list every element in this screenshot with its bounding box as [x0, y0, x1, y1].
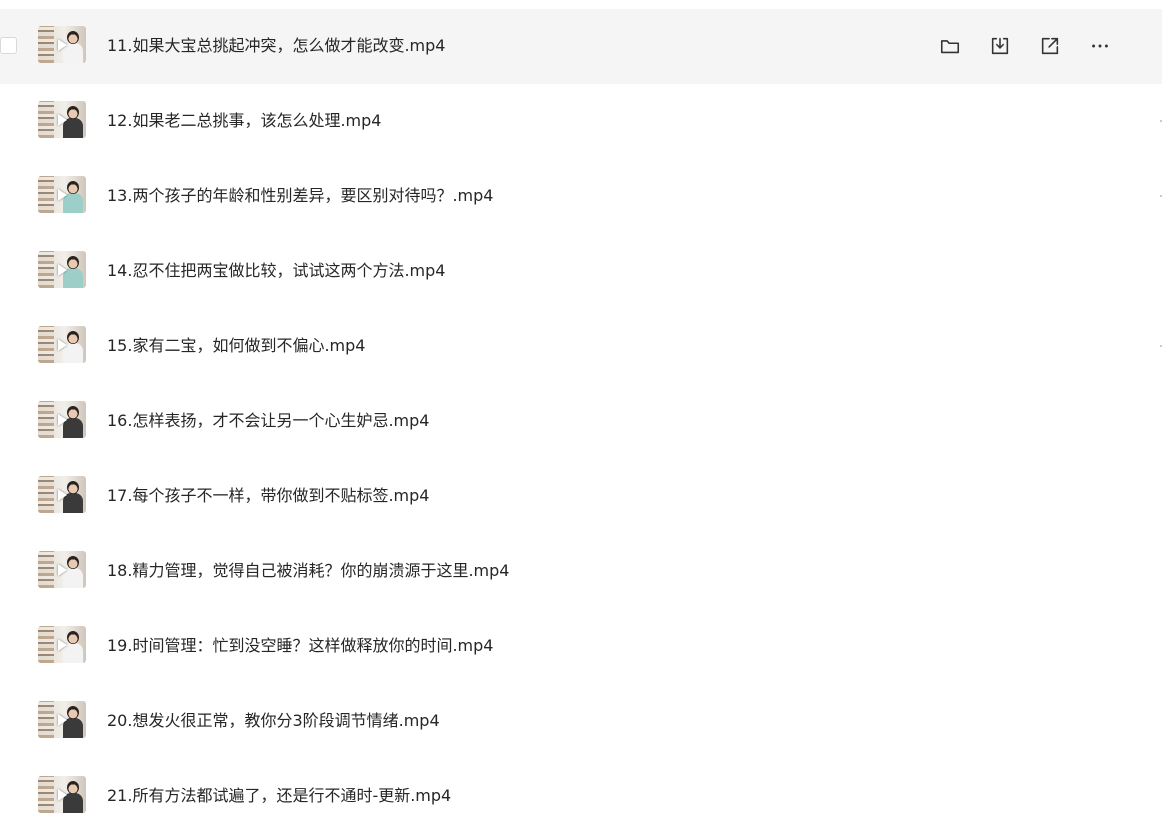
video-thumbnail[interactable] [38, 626, 86, 663]
video-thumbnail[interactable] [38, 251, 86, 288]
video-thumbnail[interactable] [38, 101, 86, 138]
folder-icon[interactable] [938, 34, 962, 58]
play-icon [58, 114, 67, 126]
play-icon [58, 39, 67, 51]
download-icon[interactable] [988, 34, 1012, 58]
row-actions [938, 34, 1138, 58]
video-thumbnail[interactable] [38, 476, 86, 513]
play-icon [58, 489, 67, 501]
file-list: 11.如果大宝总挑起冲突，怎么做才能改变.mp4 12.如果老二总挑事，该怎么处… [0, 9, 1162, 834]
file-row[interactable]: 15.家有二宝，如何做到不偏心.mp4 [0, 309, 1162, 384]
file-name[interactable]: 14.忍不住把两宝做比较，试试这两个方法.mp4 [107, 261, 445, 281]
video-thumbnail[interactable] [38, 326, 86, 363]
file-row[interactable]: 20.想发火很正常，教你分3阶段调节情绪.mp4 [0, 684, 1162, 759]
file-name[interactable]: 21.所有方法都试遍了，还是行不通时-更新.mp4 [107, 786, 451, 806]
play-icon [58, 264, 67, 276]
play-icon [58, 789, 67, 801]
play-icon [58, 414, 67, 426]
file-name[interactable]: 19.时间管理：忙到没空睡？这样做释放你的时间.mp4 [107, 636, 493, 656]
play-icon [58, 189, 67, 201]
file-row[interactable]: 21.所有方法都试遍了，还是行不通时-更新.mp4 [0, 759, 1162, 834]
file-row[interactable]: 19.时间管理：忙到没空睡？这样做释放你的时间.mp4 [0, 609, 1162, 684]
play-icon [58, 714, 67, 726]
file-row[interactable]: 16.怎样表扬，才不会让另一个心生妒忌.mp4 [0, 384, 1162, 459]
file-row[interactable]: 11.如果大宝总挑起冲突，怎么做才能改变.mp4 [0, 9, 1162, 84]
file-name[interactable]: 18.精力管理，觉得自己被消耗？你的崩溃源于这里.mp4 [107, 561, 509, 581]
file-row[interactable]: 13.两个孩子的年龄和性别差异，要区别对待吗？.mp4 [0, 159, 1162, 234]
file-name[interactable]: 20.想发火很正常，教你分3阶段调节情绪.mp4 [107, 711, 440, 731]
file-name[interactable]: 11.如果大宝总挑起冲突，怎么做才能改变.mp4 [107, 36, 445, 56]
more-icon[interactable] [1088, 34, 1112, 58]
video-thumbnail[interactable] [38, 776, 86, 813]
file-name[interactable]: 17.每个孩子不一样，带你做到不贴标签.mp4 [107, 486, 429, 506]
file-name[interactable]: 15.家有二宝，如何做到不偏心.mp4 [107, 336, 365, 356]
video-thumbnail[interactable] [38, 26, 86, 63]
video-thumbnail[interactable] [38, 401, 86, 438]
file-name[interactable]: 13.两个孩子的年龄和性别差异，要区别对待吗？.mp4 [107, 186, 493, 206]
file-row[interactable]: 18.精力管理，觉得自己被消耗？你的崩溃源于这里.mp4 [0, 534, 1162, 609]
play-icon [58, 339, 67, 351]
video-thumbnail[interactable] [38, 551, 86, 588]
file-name[interactable]: 12.如果老二总挑事，该怎么处理.mp4 [107, 111, 381, 131]
file-row[interactable]: 17.每个孩子不一样，带你做到不贴标签.mp4 [0, 459, 1162, 534]
row-checkbox[interactable] [0, 37, 17, 54]
play-icon [58, 639, 67, 651]
file-name[interactable]: 16.怎样表扬，才不会让另一个心生妒忌.mp4 [107, 411, 429, 431]
file-row[interactable]: 12.如果老二总挑事，该怎么处理.mp4 [0, 84, 1162, 159]
video-thumbnail[interactable] [38, 701, 86, 738]
play-icon [58, 564, 67, 576]
share-icon[interactable] [1038, 34, 1062, 58]
video-thumbnail[interactable] [38, 176, 86, 213]
file-row[interactable]: 14.忍不住把两宝做比较，试试这两个方法.mp4 [0, 234, 1162, 309]
